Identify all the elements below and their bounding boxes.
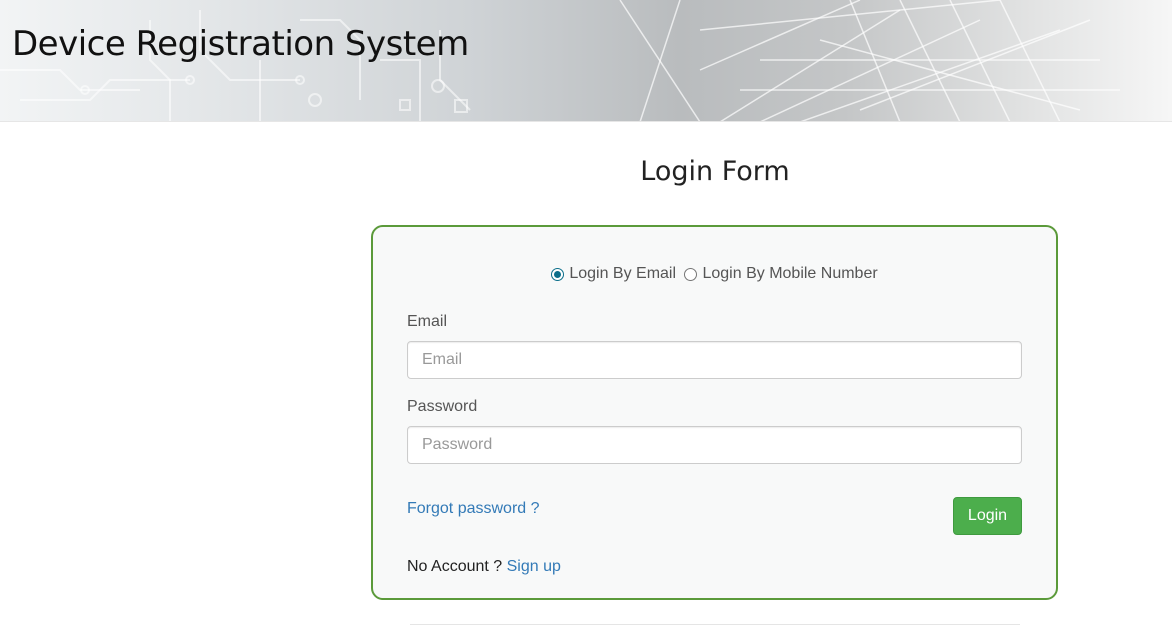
login-card: Login By Email Login By Mobile Number Em… [371, 225, 1058, 600]
no-account-text: No Account ? [407, 558, 503, 575]
login-by-email-radio[interactable] [551, 267, 565, 281]
forgot-password-link[interactable]: Forgot password ? [407, 500, 540, 518]
login-method-selector: Login By Email Login By Mobile Number [373, 265, 1056, 286]
email-field[interactable] [407, 341, 1022, 379]
app-title: Device Registration System [12, 24, 469, 64]
sign-up-link[interactable]: Sign up [507, 558, 561, 575]
password-field[interactable] [407, 426, 1022, 464]
login-by-email-label: Login By Email [569, 265, 677, 282]
email-label: Email [407, 313, 448, 330]
login-by-email-option[interactable]: Login By Email [551, 265, 676, 283]
password-label: Password [407, 398, 478, 415]
page-title: Login Form [640, 156, 790, 187]
no-account-prompt: No Account ? Sign up [407, 558, 561, 576]
divider [410, 624, 1020, 625]
login-by-mobile-radio[interactable] [684, 267, 698, 281]
login-by-mobile-option[interactable]: Login By Mobile Number [684, 265, 878, 283]
header-banner: Device Registration System [0, 0, 1172, 122]
login-by-mobile-label: Login By Mobile Number [702, 265, 878, 282]
login-button[interactable]: Login [953, 497, 1022, 535]
